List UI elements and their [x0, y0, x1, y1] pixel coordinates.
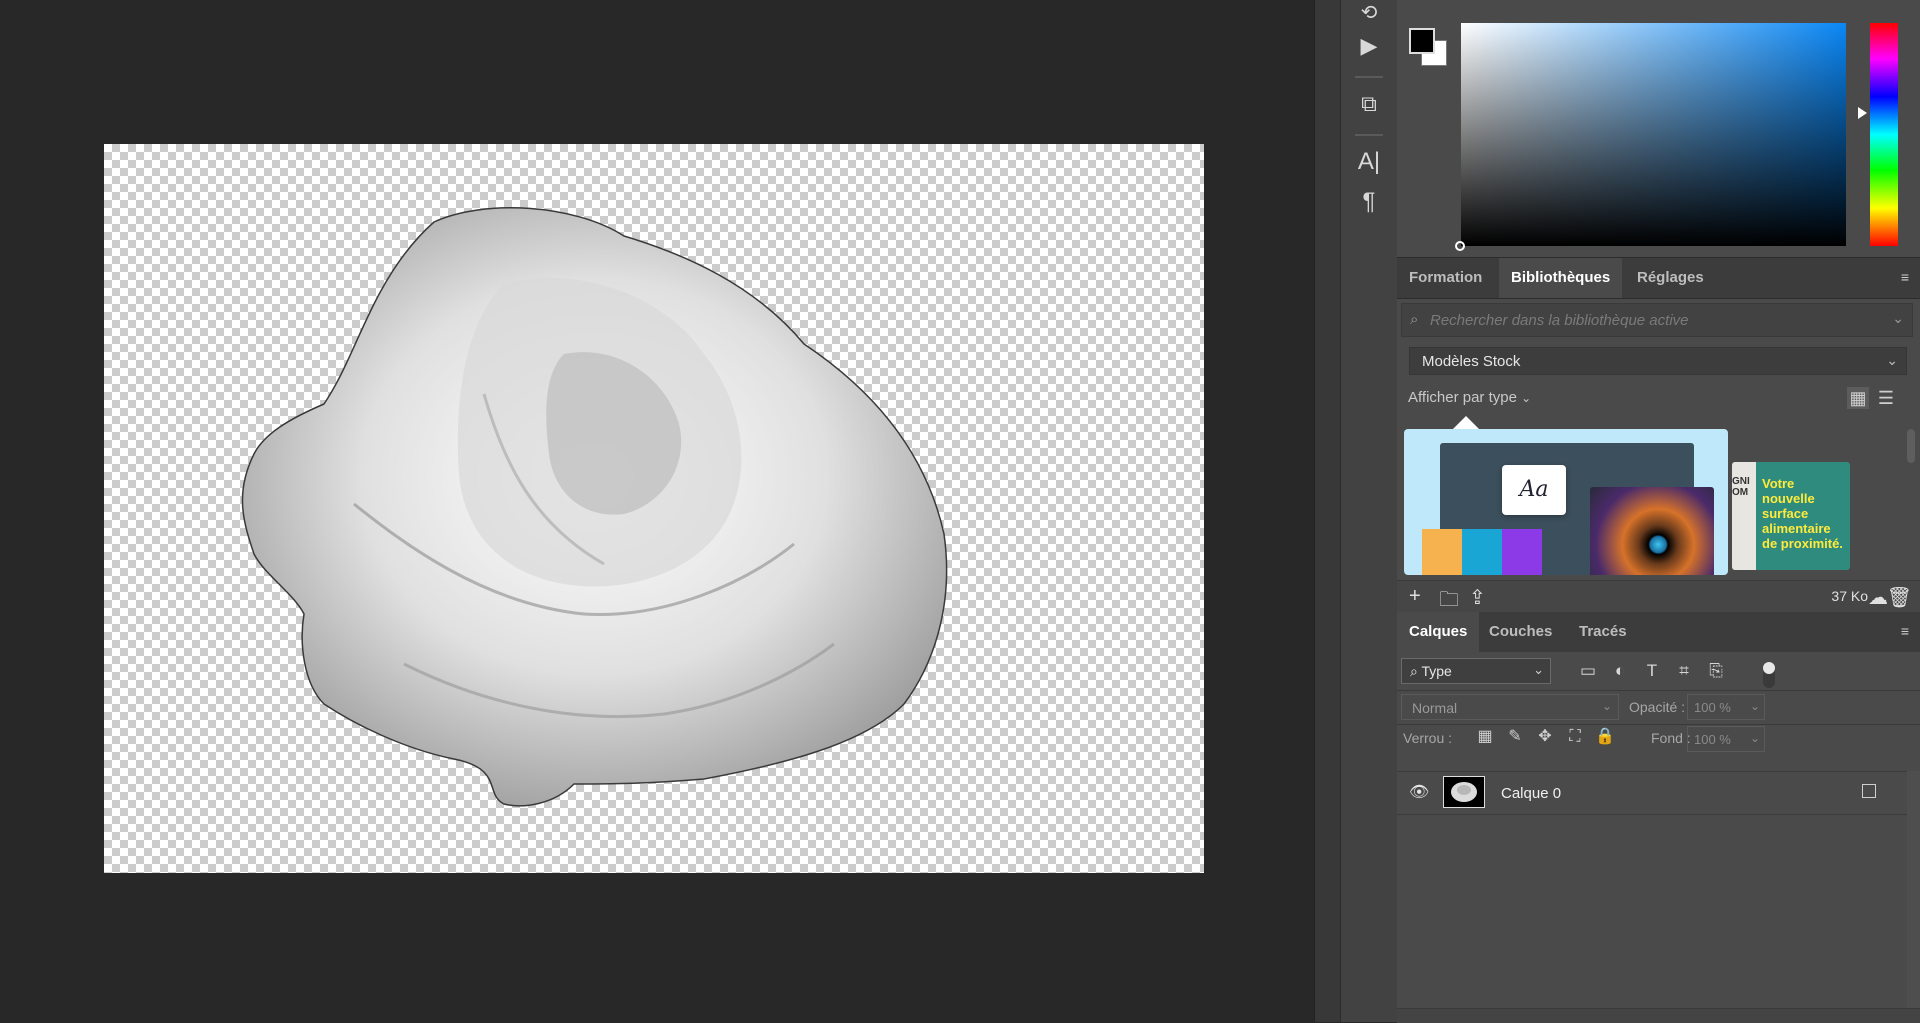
libraries-footer: + 🗀 ⇪ 37 Ko ☁ 🗑 — [1397, 580, 1920, 612]
rose-image — [241, 207, 948, 807]
layer-thumbnail[interactable] — [1443, 776, 1485, 808]
lock-position-icon[interactable]: ✥ — [1535, 727, 1555, 747]
list-view-icon[interactable]: ☰ — [1875, 387, 1897, 409]
layer-filter-select[interactable]: ⌕ Type ⌄ — [1401, 658, 1551, 684]
view-by-type-label: Afficher par type — [1408, 389, 1517, 406]
color-swatch-orange — [1422, 529, 1462, 575]
panel-collapse-strip — [1314, 0, 1341, 1022]
color-marker[interactable] — [1455, 241, 1465, 251]
tab-formation[interactable]: Formation — [1397, 258, 1494, 298]
chevron-down-icon: ⌄ — [1749, 731, 1760, 745]
hue-slider[interactable] — [1870, 23, 1898, 246]
smart-object-icon — [1862, 784, 1876, 798]
tab-bibliotheques[interactable]: Bibliothèques — [1499, 258, 1623, 298]
chevron-down-icon: ⌄ — [1886, 352, 1898, 368]
character-icon[interactable]: A| — [1349, 142, 1389, 182]
chevron-down-icon: ⌄ — [1749, 699, 1760, 713]
opacity-input[interactable]: 100 % ⌄ — [1687, 694, 1765, 720]
rose-thumbnail-image — [1451, 782, 1477, 802]
search-icon: ⌕ — [1410, 663, 1418, 679]
lock-all-icon[interactable]: 🔒 — [1595, 727, 1615, 747]
panel-menu-icon[interactable]: ≡ — [1898, 270, 1912, 284]
lock-image-pixels-icon[interactable]: ✎ — [1505, 727, 1525, 747]
tab-reglages[interactable]: Réglages — [1625, 258, 1716, 298]
trash-icon[interactable]: 🗑 — [1887, 585, 1912, 610]
layers-panel: ⌕ Type ⌄ ▭ ◐ T ⌗ ⎘ Normal ⌄ Opacité : 10… — [1397, 652, 1920, 1022]
toggle-knob — [1763, 662, 1775, 674]
layer-name[interactable]: Calque 0 — [1501, 785, 1561, 802]
chevron-down-icon: ⌄ — [1521, 391, 1532, 405]
thumbnail-side-text: GNI OM — [1732, 462, 1756, 570]
chevron-down-icon[interactable]: ⌄ — [1892, 310, 1904, 327]
saturation-value-field[interactable] — [1455, 23, 1846, 251]
stock-template-card[interactable]: Aa — [1404, 429, 1728, 575]
layers-tabbar: Calques Couches Tracés ≡ — [1397, 612, 1920, 653]
smart-object-filter-icon[interactable]: ⎘ — [1705, 660, 1727, 682]
panel-menu-icon[interactable]: ≡ — [1898, 624, 1912, 638]
divider — [1397, 690, 1920, 691]
panel-icon-strip: ⟲ ▶ ⧉ A| ¶ — [1340, 0, 1398, 1022]
lock-artboard-icon[interactable]: ⛶ — [1565, 727, 1585, 747]
chevron-down-icon: ⌄ — [1533, 662, 1544, 677]
libraries-panel: ⌕ Rechercher dans la bibliothèque active… — [1397, 299, 1920, 612]
layer-filter-label: Type — [1421, 663, 1452, 679]
font-sample: Aa — [1502, 465, 1566, 515]
library-scrollbar[interactable] — [1907, 429, 1915, 463]
opacity-label: Opacité : — [1629, 699, 1686, 715]
libraries-tabbar: Formation Bibliothèques Réglages ≡ — [1397, 258, 1920, 299]
type-layer-filter-icon[interactable]: T — [1641, 660, 1663, 682]
view-by-type-dropdown[interactable]: Afficher par type ⌄ — [1408, 389, 1531, 406]
document-canvas-area[interactable] — [0, 0, 1314, 1022]
search-icon: ⌕ — [1410, 311, 1419, 328]
shape-layer-filter-icon[interactable]: ⌗ — [1673, 660, 1695, 682]
3d-icon[interactable]: ⧉ — [1349, 84, 1389, 124]
filter-toggle[interactable] — [1763, 662, 1775, 688]
fill-label: Fond : — [1651, 730, 1691, 746]
hue-slider-marker[interactable] — [1858, 107, 1867, 119]
color-swatch-purple — [1502, 529, 1542, 575]
panel-grip[interactable] — [1355, 134, 1383, 136]
right-panels: Formation Bibliothèques Réglages ≡ ⌕ Rec… — [1397, 0, 1920, 1023]
visibility-eye-icon[interactable]: 👁 — [1409, 782, 1429, 802]
layer-filter-value: ⌕ Type — [1410, 663, 1452, 680]
document-canvas[interactable] — [104, 144, 1204, 873]
play-action-icon[interactable]: ▶ — [1349, 26, 1389, 66]
layers-footer — [1397, 1008, 1920, 1023]
tab-calques[interactable]: Calques — [1397, 612, 1480, 652]
fill-value: 100 % — [1694, 732, 1731, 747]
search-placeholder: Rechercher dans la bibliothèque active — [1430, 312, 1689, 329]
color-swatch-blue — [1462, 529, 1502, 575]
blend-mode-select[interactable]: Normal ⌄ — [1401, 694, 1619, 720]
library-size: 37 Ko — [1831, 588, 1868, 604]
pixel-layer-filter-icon[interactable]: ▭ — [1577, 660, 1599, 682]
stock-template-thumbnail[interactable]: GNI OM Votre nouvelle surface alimentair… — [1732, 462, 1850, 570]
grid-view-icon[interactable]: ▦ — [1847, 387, 1869, 409]
paragraph-icon[interactable]: ¶ — [1349, 182, 1389, 222]
cloud-icon[interactable]: ☁ — [1868, 585, 1888, 610]
divider — [1397, 724, 1920, 725]
foreground-color-swatch[interactable] — [1409, 28, 1435, 54]
tab-traces[interactable]: Tracés — [1567, 612, 1639, 652]
adjustment-layer-filter-icon[interactable]: ◐ — [1609, 660, 1631, 682]
eye-photo — [1590, 487, 1714, 575]
color-panel — [1397, 0, 1920, 258]
library-search-input[interactable]: ⌕ Rechercher dans la bibliothèque active… — [1401, 303, 1913, 337]
lock-label: Verrou : — [1403, 730, 1453, 746]
chevron-down-icon: ⌄ — [1601, 699, 1612, 713]
tab-couches[interactable]: Couches — [1477, 612, 1564, 652]
lock-transparent-pixels-icon[interactable]: ▦ — [1475, 727, 1495, 747]
promo-pointer — [1452, 416, 1480, 430]
thumbnail-headline: Votre nouvelle surface alimentaire de pr… — [1762, 476, 1843, 551]
blend-mode-value: Normal — [1412, 700, 1458, 716]
panel-grip[interactable] — [1355, 76, 1383, 78]
layers-scrollbar[interactable] — [1907, 771, 1920, 1011]
layer-row[interactable]: 👁 Calque 0 — [1397, 771, 1907, 815]
library-select[interactable]: Modèles Stock ⌄ — [1409, 347, 1907, 375]
fill-input[interactable]: 100 % ⌄ — [1687, 726, 1765, 752]
upload-icon[interactable]: ⇪ — [1469, 585, 1486, 610]
opacity-value: 100 % — [1694, 700, 1731, 715]
add-icon[interactable]: + — [1409, 585, 1421, 608]
library-select-value: Modèles Stock — [1422, 353, 1521, 370]
